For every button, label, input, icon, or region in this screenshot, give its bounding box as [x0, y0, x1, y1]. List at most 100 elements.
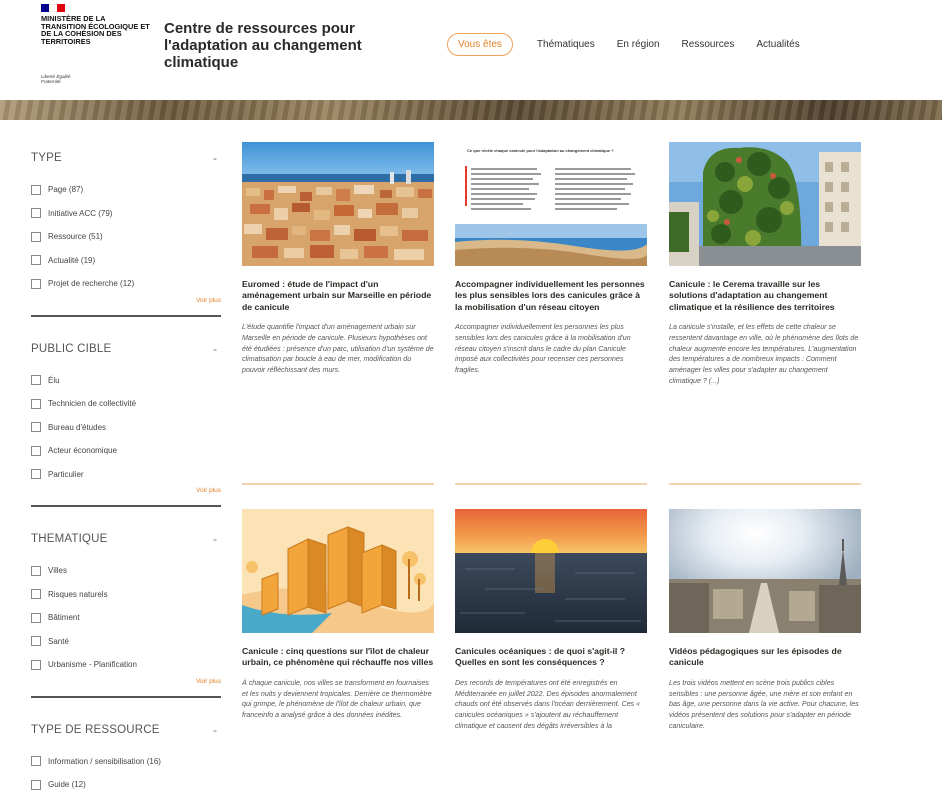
card-divider	[455, 483, 647, 485]
filter-option[interactable]: Santé	[31, 630, 221, 654]
checkbox[interactable]	[31, 208, 41, 219]
card-title[interactable]: Vidéos pédagogiques sur les épisodes de …	[669, 646, 861, 669]
see-more-link[interactable]: Voir plus	[31, 487, 221, 497]
filter-option[interactable]: Villes	[31, 559, 221, 583]
green-wall-photo	[669, 142, 861, 266]
card-divider	[669, 483, 861, 485]
checkbox[interactable]	[31, 589, 41, 600]
see-more-link[interactable]: Voir plus	[31, 678, 221, 688]
ministry-name[interactable]: Ministère de la transition écologique et…	[41, 15, 151, 45]
flag-red	[57, 4, 65, 12]
card-image-document[interactable]: Ce que révèle chaque canicule pour l'ada…	[455, 142, 647, 266]
card-title[interactable]: Euromed : étude de l'impact d'un aménage…	[242, 279, 434, 313]
resource-card[interactable]: Canicule : le Cerema travaille sur les s…	[669, 142, 861, 485]
republic-flag-logo[interactable]	[41, 4, 65, 12]
see-more-link[interactable]: Voir plus	[31, 297, 221, 307]
filter-option[interactable]: Page (87)	[31, 178, 221, 202]
document-thumbnail	[455, 166, 647, 266]
divider	[31, 695, 221, 698]
card-description: À chaque canicule, nos villes se transfo…	[242, 678, 432, 719]
divider	[31, 505, 221, 507]
filter-option[interactable]: Particulier	[31, 463, 221, 487]
marseille-photo	[242, 142, 434, 266]
filter-option-label: Projet de recherche (12)	[48, 279, 135, 289]
checkbox[interactable]	[31, 422, 41, 433]
site-header: Ministère de la transition écologique et…	[0, 0, 942, 96]
card-image-green-wall[interactable]	[669, 142, 861, 266]
card-description: Les trois vidéos mettent en scène trois …	[669, 678, 859, 730]
filter-option[interactable]: Bâtiment	[31, 606, 221, 630]
filters-sidebar: TYPE - Page (87) Initiative ACC (79) Res…	[31, 150, 221, 797]
filter-option[interactable]: Projet de recherche (12)	[31, 272, 221, 296]
filter-option-label: Risques naturels	[48, 589, 108, 599]
filter-option[interactable]: Guide (12)	[31, 773, 221, 797]
filter-option[interactable]: Urbanisme - Planification	[31, 653, 221, 677]
filter-group-thematique: THEMATIQUE - Villes Risques naturels Bât…	[31, 531, 221, 698]
nav-vous-etes[interactable]: Vous êtes	[447, 33, 513, 56]
republic-motto: Liberté Égalité Fraternité	[41, 74, 71, 84]
checkbox[interactable]	[31, 565, 41, 576]
card-description: Accompagner individuellement les personn…	[455, 323, 631, 375]
checkbox[interactable]	[31, 612, 41, 623]
ocean-sunset-photo	[455, 509, 647, 633]
resource-card[interactable]: Canicules océaniques : de quoi s'agit-il…	[455, 509, 647, 731]
card-image-paris[interactable]	[669, 509, 861, 633]
resource-card[interactable]: Canicule : cinq questions sur l'îlot de …	[242, 509, 434, 721]
paris-photo	[669, 509, 861, 633]
card-title[interactable]: Canicule : le Cerema travaille sur les s…	[669, 279, 861, 313]
nav-thematiques[interactable]: Thématiques	[537, 39, 595, 50]
checkbox[interactable]	[31, 779, 41, 790]
checkbox[interactable]	[31, 255, 41, 266]
filter-option[interactable]: Risques naturels	[31, 583, 221, 607]
checkbox[interactable]	[31, 469, 41, 480]
card-title[interactable]: Canicule : cinq questions sur l'îlot de …	[242, 646, 434, 669]
card-image-heat-island[interactable]	[242, 509, 434, 633]
filter-option[interactable]: Technicien de collectivité	[31, 392, 221, 416]
filter-option[interactable]: Ressource (51)	[31, 225, 221, 249]
filter-option[interactable]: Information / sensibilisation (16)	[31, 750, 221, 774]
filter-option-label: Technicien de collectivité	[48, 399, 137, 409]
filter-group-title: TYPE DE RESSOURCE	[31, 723, 160, 736]
card-image-ocean-sunset[interactable]	[455, 509, 647, 633]
heat-island-illustration	[242, 509, 434, 633]
collapse-icon[interactable]: -	[209, 342, 221, 356]
nav-en-region[interactable]: En région	[617, 39, 660, 50]
checkbox[interactable]	[31, 398, 41, 409]
resource-card[interactable]: Ce que révèle chaque canicule pour l'ada…	[455, 142, 647, 485]
nav-ressources[interactable]: Ressources	[682, 39, 735, 50]
checkbox[interactable]	[31, 375, 41, 386]
card-image-marseille[interactable]	[242, 142, 434, 266]
card-title[interactable]: Canicules océaniques : de quoi s'agit-il…	[455, 646, 647, 669]
flag-white	[49, 4, 57, 12]
filter-option[interactable]: Actualité (19)	[31, 249, 221, 273]
checkbox[interactable]	[31, 184, 41, 195]
checkbox[interactable]	[31, 659, 41, 670]
site-title[interactable]: Centre de ressources pour l'adaptation a…	[164, 20, 404, 71]
filter-option-label: Particulier	[48, 469, 84, 479]
resource-card[interactable]: Vidéos pédagogiques sur les épisodes de …	[669, 509, 861, 731]
filter-option[interactable]: Élu	[31, 369, 221, 393]
filter-option-label: Villes	[48, 566, 67, 576]
checkbox[interactable]	[31, 231, 41, 242]
filter-option-label: Urbanisme - Planification	[48, 660, 137, 670]
checkbox[interactable]	[31, 636, 41, 647]
header-banner-image	[0, 100, 942, 120]
filter-option[interactable]: Bureau d'études	[31, 416, 221, 440]
card-title[interactable]: Accompagner individuellement les personn…	[455, 279, 647, 313]
main-nav: Vous êtes Thématiques En région Ressourc…	[447, 33, 822, 56]
filter-option[interactable]: Acteur économique	[31, 439, 221, 463]
resource-card[interactable]: Euromed : étude de l'impact d'un aménage…	[242, 142, 434, 485]
nav-actualites[interactable]: Actualités	[756, 39, 799, 50]
filter-option[interactable]: Initiative ACC (79)	[31, 202, 221, 226]
collapse-icon[interactable]: -	[209, 151, 221, 165]
checkbox[interactable]	[31, 278, 41, 289]
checkbox[interactable]	[31, 756, 41, 767]
collapse-icon[interactable]: -	[209, 532, 221, 546]
collapse-icon[interactable]: -	[209, 723, 221, 737]
filter-option-label: Santé	[48, 636, 69, 646]
flag-blue	[41, 4, 49, 12]
filter-option-label: Actualité (19)	[48, 255, 96, 265]
filter-option-label: Guide (12)	[48, 780, 86, 790]
checkbox[interactable]	[31, 445, 41, 456]
card-divider	[242, 483, 434, 485]
